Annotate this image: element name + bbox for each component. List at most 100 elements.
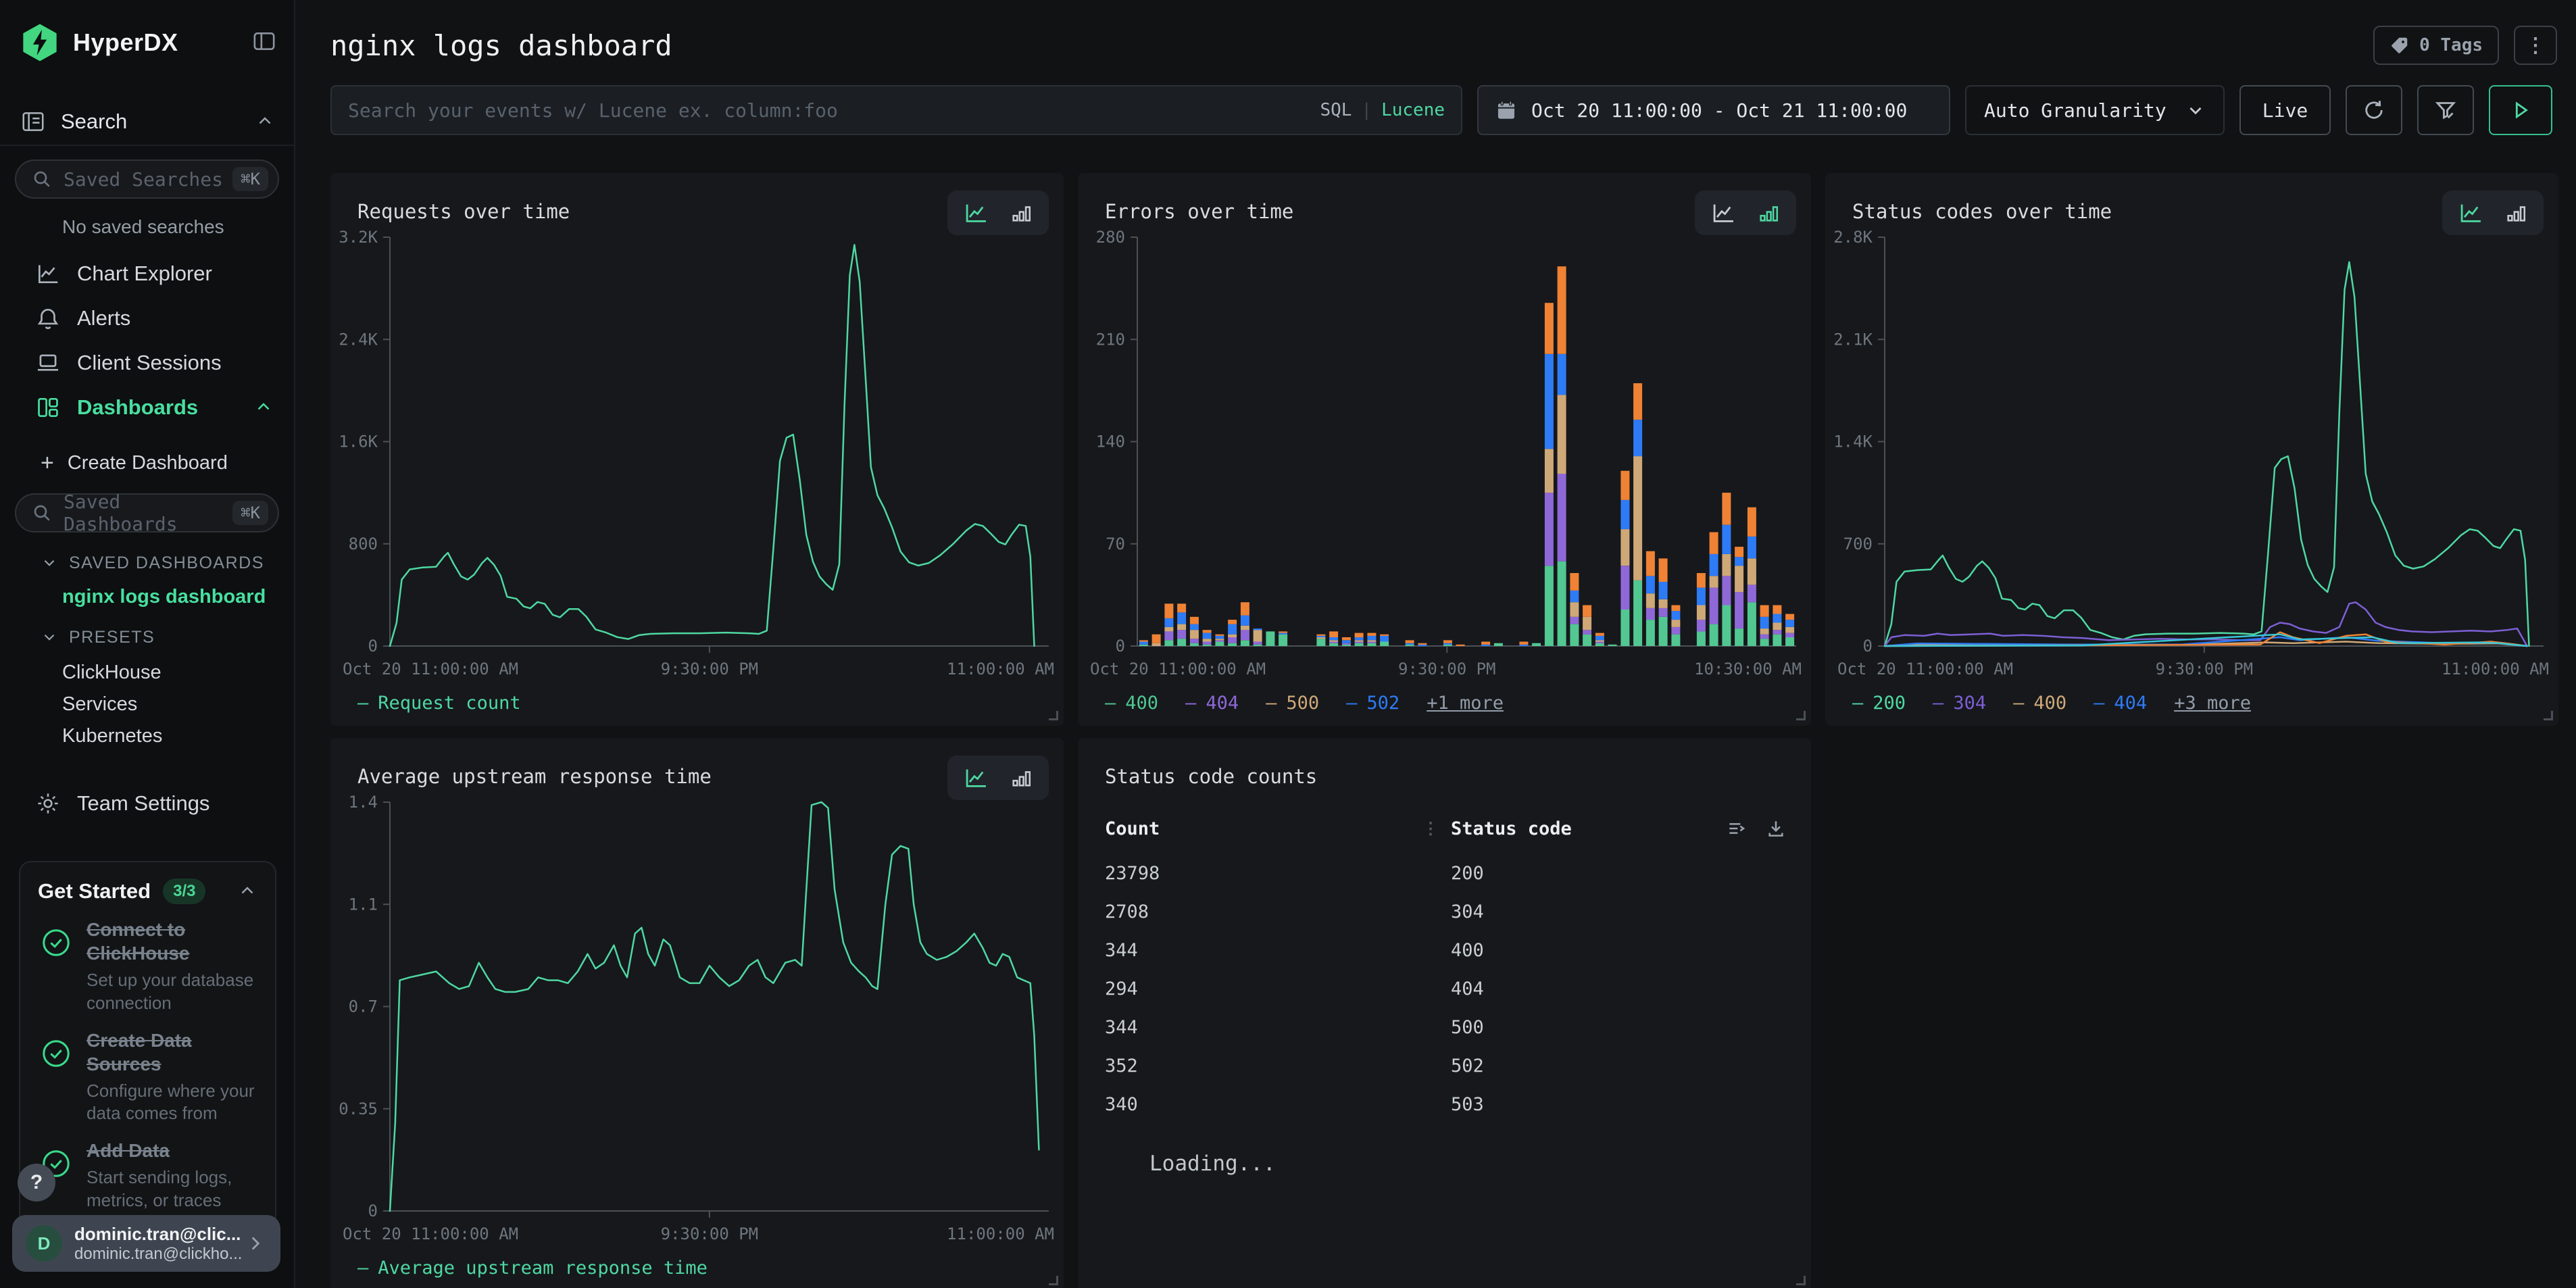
table-row: 352502 bbox=[1105, 1047, 1787, 1085]
line-chart-icon[interactable] bbox=[964, 766, 989, 789]
hyperdx-logo-icon bbox=[20, 23, 59, 62]
resize-handle[interactable] bbox=[2544, 711, 2553, 720]
date-range-picker[interactable]: Oct 20 11:00:00 - Oct 21 11:00:00 bbox=[1477, 85, 1950, 135]
table-row: 340503 bbox=[1105, 1085, 1787, 1124]
line-chart-icon[interactable] bbox=[2458, 201, 2484, 224]
svg-text:Oct 20 11:00:00 AM: Oct 20 11:00:00 AM bbox=[343, 1224, 518, 1243]
bar-chart-icon[interactable] bbox=[1010, 201, 1033, 224]
table-row: 2708304 bbox=[1105, 893, 1787, 931]
laptop-icon bbox=[35, 350, 61, 376]
query-language-toggle[interactable]: SQL|Lucene bbox=[1320, 100, 1445, 120]
svg-text:Oct 20 11:00:00 AM: Oct 20 11:00:00 AM bbox=[1090, 660, 1266, 678]
bar-chart-icon[interactable] bbox=[1757, 201, 1780, 224]
dashboard-item-nginx-logs[interactable]: nginx logs dashboard bbox=[62, 585, 294, 608]
table-options-icon[interactable] bbox=[1726, 818, 1748, 839]
resize-handle[interactable] bbox=[1796, 1276, 1806, 1285]
chart-canvas[interactable]: 070140210280Oct 20 11:00:00 AM9:30:00 PM… bbox=[1078, 173, 1811, 726]
create-dashboard-button[interactable]: + Create Dashboard bbox=[41, 446, 294, 480]
resize-handle[interactable] bbox=[1796, 711, 1806, 720]
chevron-down-icon bbox=[41, 554, 58, 572]
app-root: HyperDX Search Saved Searches ⌘K No save… bbox=[0, 0, 2576, 1288]
chart-type-toggle[interactable] bbox=[947, 756, 1049, 800]
svg-text:700: 700 bbox=[1843, 535, 1873, 553]
live-button[interactable]: Live bbox=[2239, 85, 2331, 135]
run-query-button[interactable] bbox=[2489, 85, 2552, 135]
shortcut-badge: ⌘K bbox=[232, 501, 268, 525]
sidebar-item-label: Chart Explorer bbox=[77, 262, 294, 286]
filter-button[interactable] bbox=[2417, 85, 2474, 135]
chart-canvas[interactable]: 08001.6K2.4K3.2KOct 20 11:00:00 AM9:30:0… bbox=[330, 173, 1064, 726]
bar-chart-icon[interactable] bbox=[2504, 201, 2527, 224]
chart-canvas[interactable]: 07001.4K2.1K2.8KOct 20 11:00:00 AM9:30:0… bbox=[1825, 173, 2558, 726]
resize-handle[interactable] bbox=[1049, 1276, 1058, 1285]
refresh-button[interactable] bbox=[2346, 85, 2402, 135]
chart-explorer-icon bbox=[35, 261, 61, 287]
sidebar-item-alerts[interactable]: Alerts bbox=[0, 296, 294, 341]
column-header-status-code[interactable]: Status code bbox=[1451, 818, 1726, 839]
logo-row: HyperDX bbox=[20, 20, 278, 65]
sidebar-item-chart-explorer[interactable]: Chart Explorer bbox=[0, 251, 294, 296]
sidebar-item-team-settings[interactable]: Team Settings bbox=[0, 781, 294, 826]
collapse-sidebar-icon[interactable] bbox=[251, 28, 278, 58]
sidebar-item-client-sessions[interactable]: Client Sessions bbox=[0, 341, 294, 385]
user-email: dominic.tran@clickho... bbox=[74, 1245, 244, 1264]
chart-legend: —200—304—400—404+3 more bbox=[1852, 693, 2251, 714]
get-started-item[interactable]: Connect to ClickHouseSet up your databas… bbox=[38, 918, 257, 1015]
svg-text:Oct 20 11:00:00 AM: Oct 20 11:00:00 AM bbox=[1837, 660, 2013, 678]
chart-type-toggle[interactable] bbox=[947, 191, 1049, 235]
legend-item: —200 bbox=[1852, 693, 1906, 714]
svg-text:1.4K: 1.4K bbox=[1833, 432, 1873, 451]
chevron-down-icon bbox=[2185, 100, 2206, 120]
svg-text:70: 70 bbox=[1106, 535, 1125, 553]
column-header-count[interactable]: Count bbox=[1105, 818, 1422, 839]
legend-item: —400 bbox=[2013, 693, 2066, 714]
help-button[interactable]: ? bbox=[18, 1164, 55, 1202]
sidebar-item-label: Client Sessions bbox=[77, 351, 294, 375]
event-search-input[interactable]: Search your events w/ Lucene ex. column:… bbox=[330, 85, 1462, 135]
preset-kubernetes[interactable]: Kubernetes bbox=[62, 724, 294, 747]
column-drag-handle[interactable]: ⋮ bbox=[1422, 819, 1439, 838]
chart-type-toggle[interactable] bbox=[2442, 191, 2544, 235]
check-circle-icon bbox=[41, 927, 72, 958]
page-title: nginx logs dashboard bbox=[330, 29, 2373, 62]
resize-handle[interactable] bbox=[1049, 711, 1058, 720]
get-started-item[interactable]: Create Data SourcesConfigure where your … bbox=[38, 1029, 257, 1126]
table-row: 294404 bbox=[1105, 970, 1787, 1008]
dashboard-menu-button[interactable]: ⋮ bbox=[2514, 26, 2557, 65]
sidebar-section-search[interactable]: Search bbox=[20, 108, 275, 135]
svg-text:0: 0 bbox=[1863, 637, 1873, 655]
panel-status-codes-over-time: Status codes over time 07001.4K2.1K2.8KO… bbox=[1825, 173, 2558, 726]
legend-item: —500 bbox=[1266, 693, 1319, 714]
sidebar-item-label: Team Settings bbox=[77, 791, 294, 816]
get-started-header[interactable]: Get Started 3/3 bbox=[38, 878, 257, 904]
get-started-item[interactable]: Add DataStart sending logs, metrics, or … bbox=[38, 1139, 257, 1212]
bar-chart-icon[interactable] bbox=[1010, 766, 1033, 789]
legend-item: —Request count bbox=[357, 693, 521, 714]
panel-title: Errors over time bbox=[1105, 191, 1695, 223]
group-presets[interactable]: PRESETS bbox=[41, 626, 294, 649]
legend-item: —404 bbox=[2094, 693, 2147, 714]
tags-button[interactable]: 0 Tags bbox=[2373, 26, 2499, 65]
download-icon[interactable] bbox=[1765, 818, 1787, 839]
table-row: 344400 bbox=[1105, 931, 1787, 970]
svg-text:800: 800 bbox=[349, 535, 378, 553]
line-chart-icon[interactable] bbox=[964, 201, 989, 224]
granularity-select[interactable]: Auto Granularity bbox=[1965, 85, 2225, 135]
svg-text:2.1K: 2.1K bbox=[1833, 330, 1873, 349]
panel-errors-over-time: Errors over time 070140210280Oct 20 11:0… bbox=[1078, 173, 1811, 726]
chart-canvas[interactable]: 00.350.71.11.4Oct 20 11:00:00 AM9:30:00 … bbox=[330, 738, 1064, 1288]
chart-type-toggle[interactable] bbox=[1695, 191, 1796, 235]
legend-more-link[interactable]: +3 more bbox=[2174, 693, 2251, 714]
line-chart-icon[interactable] bbox=[1711, 201, 1737, 224]
divider bbox=[0, 145, 294, 146]
brand-name: HyperDX bbox=[73, 28, 251, 57]
saved-dashboards-input[interactable]: Saved Dashboards ⌘K bbox=[15, 493, 279, 532]
user-menu[interactable]: D dominic.tran@clic... dominic.tran@clic… bbox=[12, 1215, 280, 1272]
preset-services[interactable]: Services bbox=[62, 693, 294, 716]
legend-more-link[interactable]: +1 more bbox=[1427, 693, 1504, 714]
sidebar-item-dashboards[interactable]: Dashboards bbox=[0, 385, 294, 430]
preset-clickhouse[interactable]: ClickHouse bbox=[62, 661, 294, 684]
chart-legend: —400—404—500—502+1 more bbox=[1105, 693, 1504, 714]
group-saved-dashboards[interactable]: SAVED DASHBOARDS bbox=[41, 551, 294, 574]
saved-searches-input[interactable]: Saved Searches ⌘K bbox=[15, 159, 279, 199]
